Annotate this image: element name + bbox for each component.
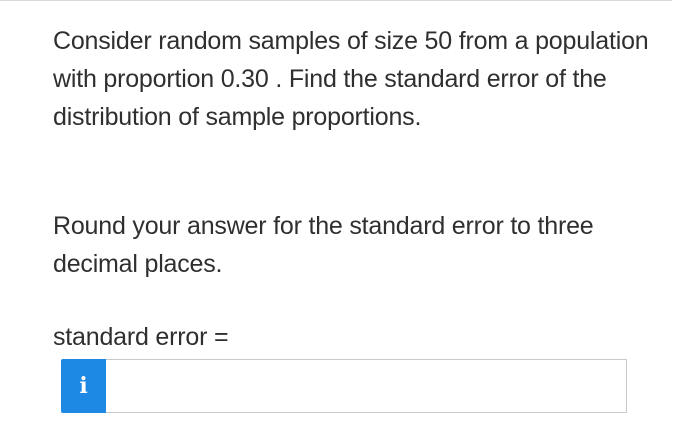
question-text: Consider random samples of size 50 from …: [53, 27, 649, 131]
info-icon: i: [79, 373, 88, 399]
standard-error-input[interactable]: [106, 359, 627, 413]
standard-error-label: standard error =: [53, 323, 229, 351]
info-button[interactable]: i: [61, 359, 106, 413]
top-divider: [0, 0, 672, 3]
answer-input-group: i: [61, 359, 627, 413]
rounding-instruction: Round your answer for the standard error…: [53, 212, 594, 278]
question-page: Consider random samples of size 50 from …: [0, 0, 700, 425]
